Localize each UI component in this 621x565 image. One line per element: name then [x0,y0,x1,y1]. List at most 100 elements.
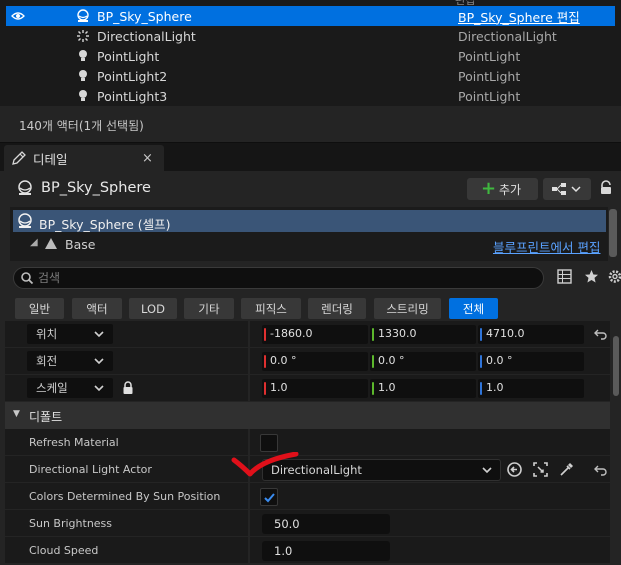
sphere-actor-icon [17,213,33,232]
bulb-icon [75,46,91,66]
eyedropper-icon[interactable] [558,461,575,481]
scale-y-field[interactable]: 1.0 [370,379,476,398]
colors-by-sun-checkbox[interactable] [260,488,278,506]
column-separator [248,375,250,402]
filter-general[interactable]: 일반 [15,298,64,319]
filter-lod[interactable]: LOD [129,298,177,319]
rotation-x-field[interactable]: 0.0 ° [262,352,368,371]
lock-icon[interactable] [122,380,134,398]
component-base-row[interactable]: ◢ Base 블루프린트에서 편집 [10,234,608,256]
property-label: Refresh Material [29,436,119,449]
red-check-annotation [231,452,299,477]
cloud-speed-value: 1.0 [274,544,293,558]
property-row-directional-light-actor: Directional Light Actor DirectionalLight [5,456,610,483]
pencil-icon [11,150,27,169]
axis-y-marker [372,355,374,368]
component-tree-scrollbar[interactable] [609,209,617,257]
location-z-field[interactable]: 4710.0 [478,325,584,344]
outliner-status-bar: 140개 액터(1개 선택됨) [0,106,621,143]
reset-arrow-icon[interactable] [594,463,608,480]
location-y-field[interactable]: 1330.0 [370,325,476,344]
plus-icon: + [481,178,497,199]
outliner-item-name: DirectionalLight [97,28,196,44]
outliner-item-type-link[interactable]: BP_Sky_Sphere 편집 [458,7,580,26]
refresh-material-checkbox[interactable] [260,434,278,452]
outliner-row-pointlight3[interactable]: PointLight3 PointLight [6,86,615,106]
filter-streaming[interactable]: 스트리밍 [374,298,441,319]
scale-dropdown[interactable]: 스케일 [27,378,113,398]
rotation-y-field[interactable]: 0.0 ° [370,352,476,371]
star-icon[interactable] [584,269,599,287]
actor-header: BP_Sky_Sphere + 추가 [0,171,621,207]
outliner-row-directional-light[interactable]: DirectionalLight DirectionalLight [6,26,615,46]
browse-icon[interactable] [532,461,549,481]
scale-z-field[interactable]: 1.0 [478,379,584,398]
blueprint-options-button[interactable] [543,178,591,200]
location-x-field[interactable]: -1860.0 [262,325,368,344]
edit-in-blueprint-link[interactable]: 블루프린트에서 편집 [493,237,600,256]
component-self-label: BP_Sky_Sphere (셀프) [39,217,171,232]
sun-brightness-value: 50.0 [274,517,300,531]
collapse-arrow-icon: ▼ [13,409,20,419]
column-separator [248,510,250,537]
column-separator [248,483,250,510]
axis-y-marker [372,382,374,395]
use-selected-arrow-icon[interactable] [506,461,523,481]
rotation-z-field[interactable]: 0.0 ° [478,352,584,371]
tab-details[interactable]: 디테일 × [4,145,164,171]
outliner-item-type: PointLight [458,88,521,104]
category-default-header[interactable]: ▼ 디폴트 [5,402,610,429]
actor-name: BP_Sky_Sphere [41,180,151,196]
directional-light-icon [75,26,91,46]
bulb-icon [75,86,91,106]
outliner-row-bp-sky-sphere[interactable]: BP_Sky_Sphere BP_Sky_Sphere 편집 [6,6,615,26]
scale-label: 스케일 [36,381,68,395]
scene-component-icon [43,237,59,254]
details-scrollbar[interactable] [613,336,619,396]
lock-icon[interactable] [598,180,614,199]
chevron-down-icon [93,378,105,401]
filter-misc[interactable]: 기타 [184,298,234,319]
outliner-item-type: PointLight [458,48,521,64]
chevron-down-icon [93,351,105,374]
sphere-actor-icon [75,6,91,26]
expand-arrow-icon[interactable]: ◢ [30,237,38,248]
outliner-row-pointlight[interactable]: PointLight PointLight [6,46,615,66]
filter-actor[interactable]: 액터 [72,298,122,319]
rotation-label: 회전 [36,354,58,368]
tab-details-label: 디테일 [33,151,68,167]
add-component-button[interactable]: + 추가 [467,178,538,200]
component-self-row[interactable]: BP_Sky_Sphere (셀프) [13,210,606,232]
chevron-down-icon [481,462,493,481]
filter-all[interactable]: 전체 [449,298,498,319]
location-dropdown[interactable]: 위치 [27,324,113,344]
column-separator [248,321,250,348]
filter-physics[interactable]: 피직스 [241,298,301,319]
component-tree: BP_Sky_Sphere (셀프) ◢ Base 블루프린트에서 편집 [10,207,608,261]
tab-close-icon[interactable]: × [142,151,153,166]
axis-z-marker [480,328,482,341]
outliner-row-pointlight2[interactable]: PointLight2 PointLight [6,66,615,86]
blueprint-hierarchy-icon [552,183,581,195]
outliner-item-name: PointLight [97,48,160,64]
sun-brightness-input[interactable]: 50.0 [262,514,390,534]
filter-rendering[interactable]: 렌더링 [308,298,366,319]
gear-icon[interactable] [607,269,621,287]
visibility-eye-icon[interactable] [10,6,26,26]
location-y-value: 1330.0 [378,327,417,340]
location-z-value: 4710.0 [486,327,525,340]
scale-x-field[interactable]: 1.0 [262,379,368,398]
table-view-icon[interactable] [557,269,572,287]
world-outliner: 편집 BP_Sky_Sphere BP_Sky_Sphere 편집 Direct… [0,0,621,106]
rotation-dropdown[interactable]: 회전 [27,351,113,371]
search-input[interactable] [38,270,528,286]
outliner-item-name: BP_Sky_Sphere [97,8,192,24]
details-tab-strip: 디테일 × [0,143,621,171]
location-x-value: -1860.0 [270,327,313,340]
reset-arrow-icon[interactable] [594,327,608,344]
scale-z-value: 1.0 [486,381,504,394]
scale-y-value: 1.0 [378,381,396,394]
property-grid: 위치 -1860.0 1330.0 4710.0 회전 0.0 ° 0.0 ° … [0,321,621,565]
cloud-speed-input[interactable]: 1.0 [262,541,390,561]
details-search-bar[interactable] [13,267,544,289]
